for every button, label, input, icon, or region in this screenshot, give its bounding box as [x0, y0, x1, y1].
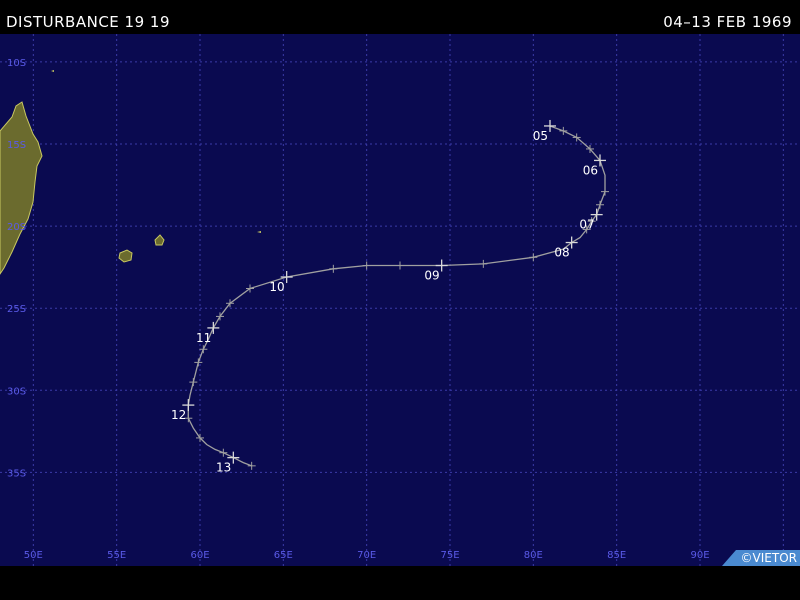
day-label-11: 11 — [196, 331, 211, 345]
day-label-09: 09 — [424, 269, 439, 283]
lon-label-70E: 70E — [357, 550, 376, 561]
storm-name: DISTURBANCE 19 19 — [6, 13, 170, 31]
bottom-bar — [0, 566, 800, 600]
lon-label-85E: 85E — [607, 550, 626, 561]
day-label-08: 08 — [554, 246, 569, 260]
day-label-13: 13 — [216, 461, 231, 475]
lon-label-55E: 55E — [107, 550, 126, 561]
lat-label-20S: 20S — [7, 222, 26, 233]
credit-text: ©VIETOR — [741, 551, 797, 565]
title-bar: DISTURBANCE 19 19 04–13 FEB 1969 — [0, 0, 800, 34]
ocean-background — [0, 34, 800, 566]
lon-label-65E: 65E — [274, 550, 293, 561]
lat-label-10S: 10S — [7, 58, 26, 69]
track-map: 50E55E60E65E70E75E80E85E90E95E10S15S20S2… — [0, 34, 800, 566]
lat-label-15S: 15S — [7, 140, 26, 151]
lat-label-25S: 25S — [7, 304, 26, 315]
lon-label-50E: 50E — [24, 550, 43, 561]
day-label-10: 10 — [269, 280, 284, 294]
day-label-12: 12 — [171, 408, 186, 422]
day-label-05: 05 — [533, 129, 548, 143]
day-label-07: 07 — [579, 218, 594, 232]
lon-label-60E: 60E — [190, 550, 209, 561]
lat-label-30S: 30S — [7, 386, 26, 397]
day-label-06: 06 — [583, 163, 598, 177]
lon-label-75E: 75E — [440, 550, 459, 561]
lon-label-80E: 80E — [524, 550, 543, 561]
lon-label-90E: 90E — [690, 550, 709, 561]
date-range: 04–13 FEB 1969 — [663, 13, 792, 31]
lat-label-35S: 35S — [7, 468, 26, 479]
